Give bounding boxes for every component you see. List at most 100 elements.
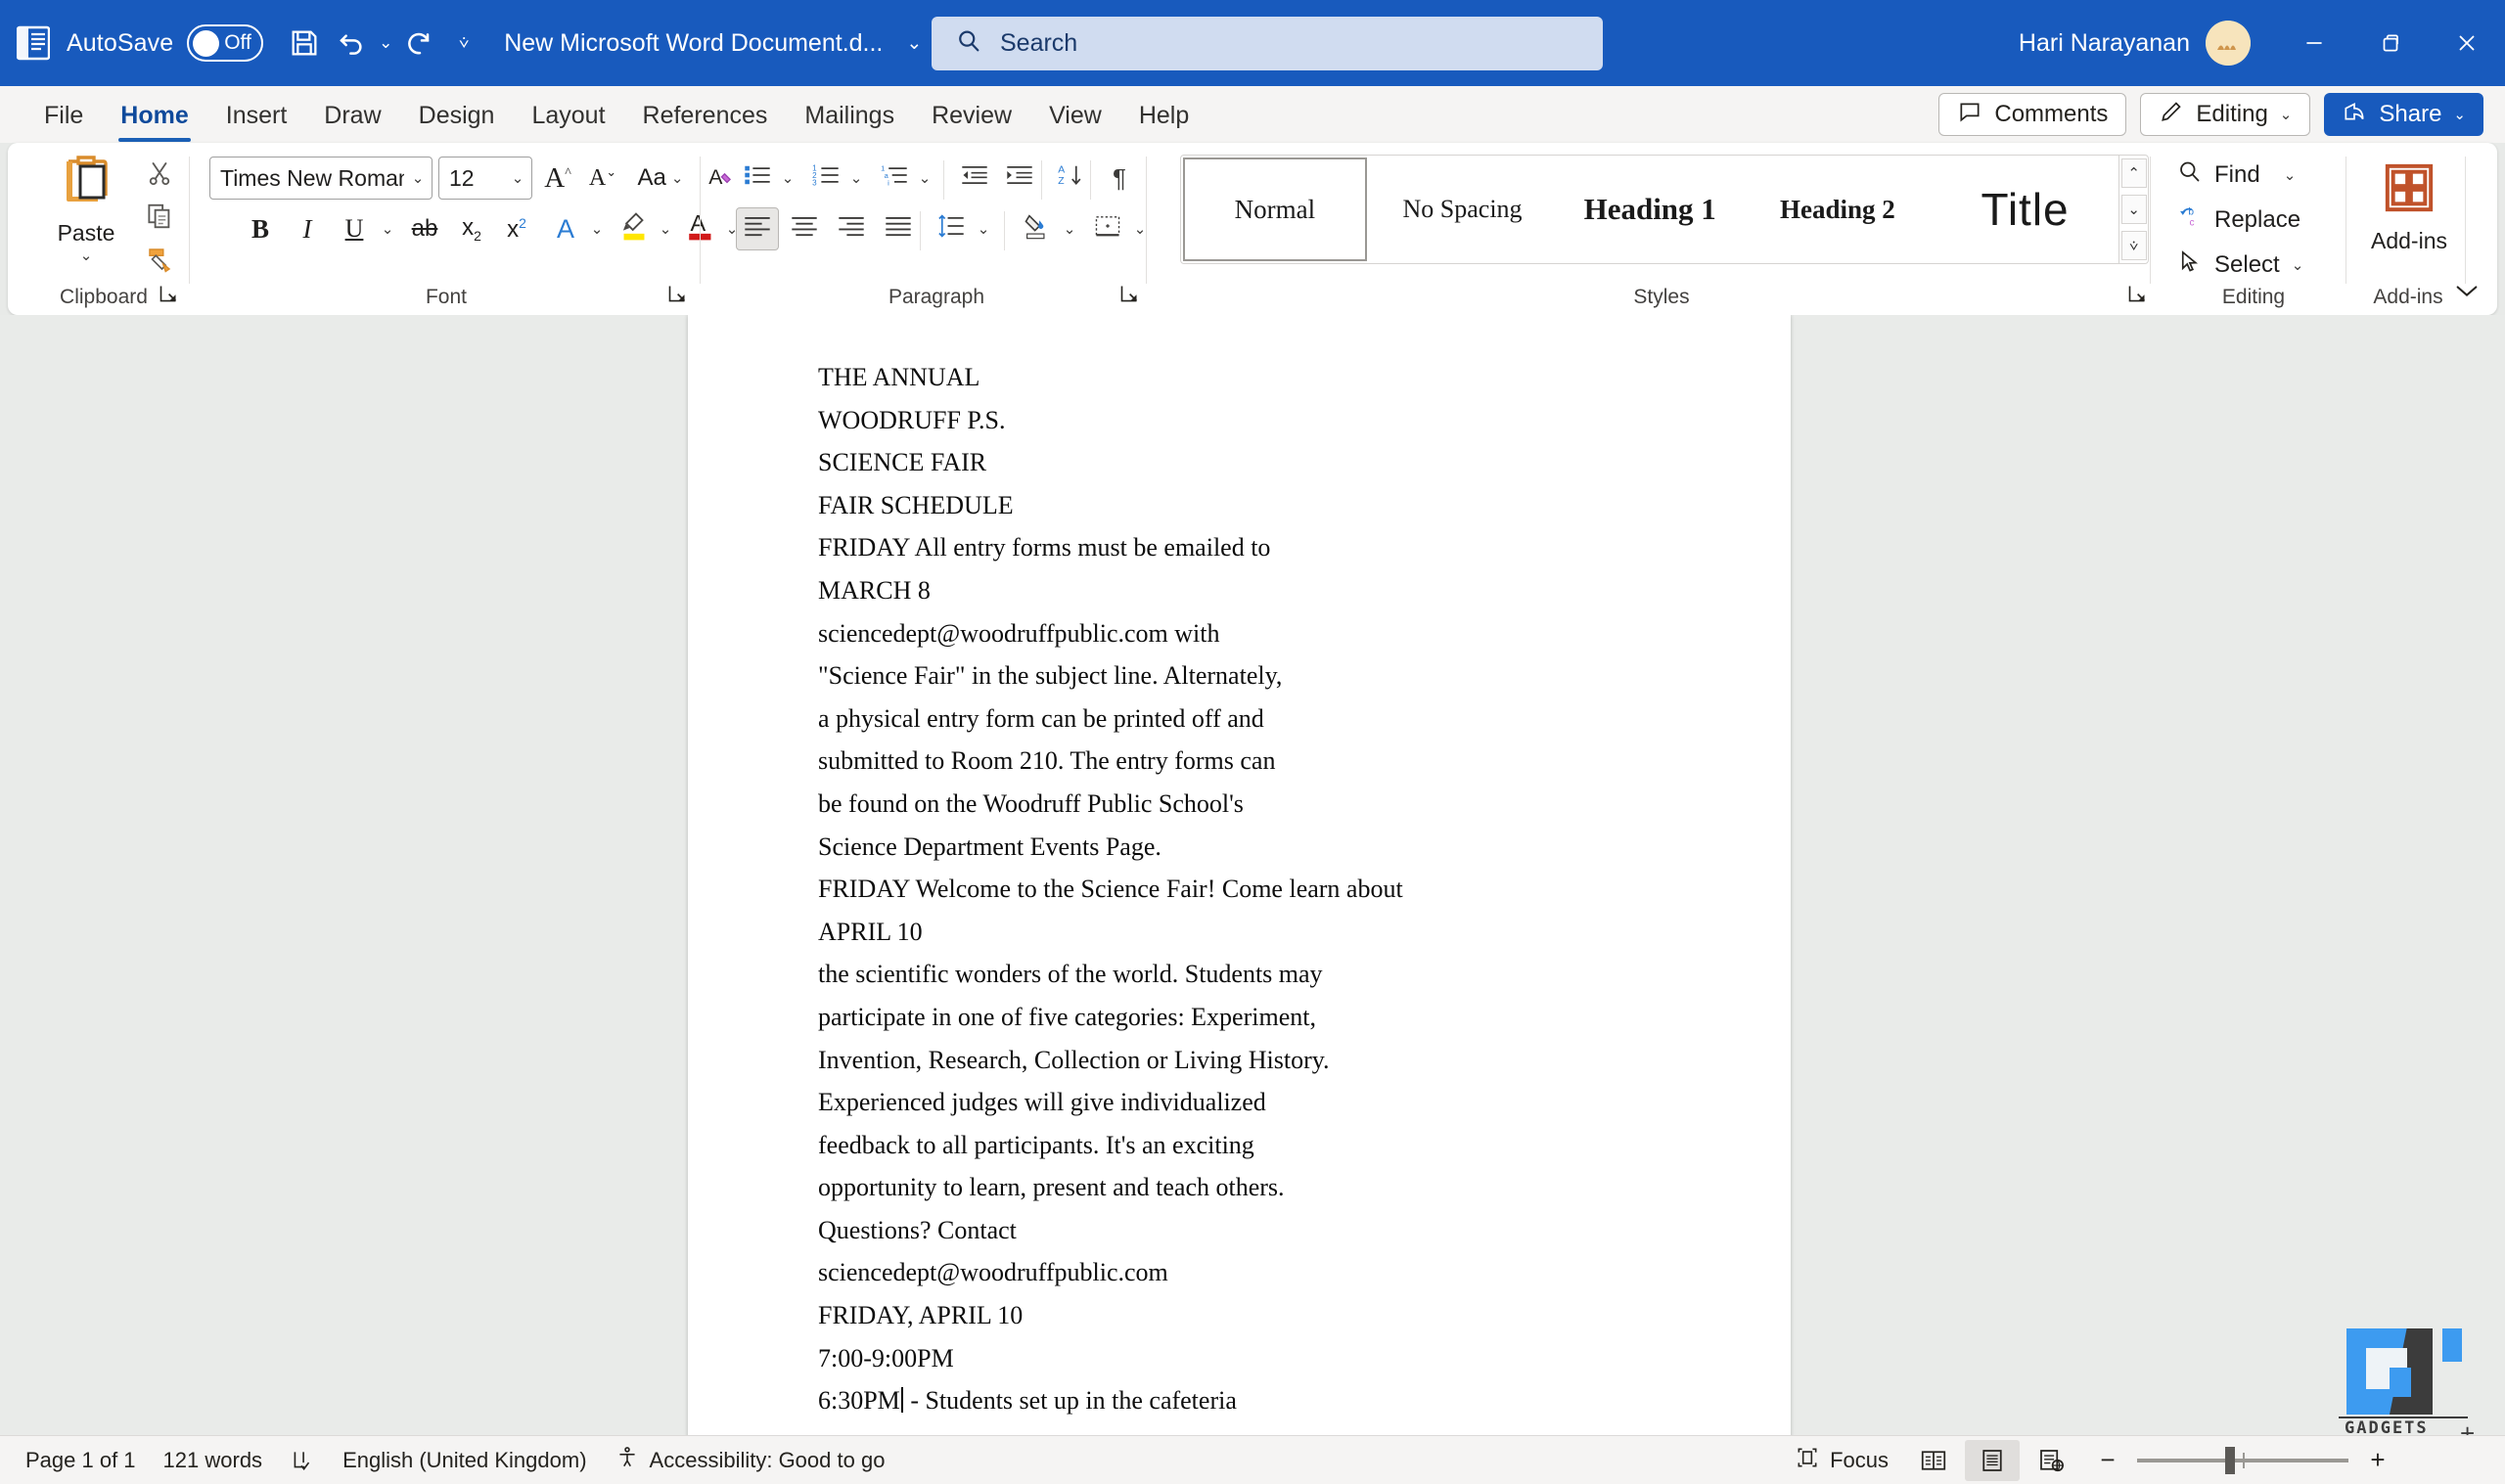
word-count[interactable]: 121 words [150, 1441, 277, 1480]
line-spacing-options[interactable]: ⌄ [971, 207, 996, 250]
styles-more-icon[interactable]: ⩒ [2120, 231, 2147, 260]
italic-button[interactable]: I [286, 207, 329, 250]
undo-dropdown-caret-icon[interactable]: ⌄ [375, 33, 396, 53]
bullets-button[interactable] [736, 157, 779, 200]
multilevel-options[interactable]: ⌄ [912, 157, 937, 200]
document-page[interactable]: THE ANNUAL WOODRUFF P.S. SCIENCE FAIR FA… [688, 315, 1791, 1450]
tab-review[interactable]: Review [913, 96, 1030, 134]
font-size-chevron-down-icon[interactable]: ⌄ [504, 169, 531, 187]
quick-access-more-icon[interactable]: ⩒ [453, 33, 475, 53]
paragraph-dialog-launcher-icon[interactable] [1116, 280, 1143, 307]
align-center-button[interactable] [783, 207, 826, 250]
font-family-chevron-down-icon[interactable]: ⌄ [404, 169, 432, 187]
superscript-button[interactable]: x2 [495, 207, 538, 250]
web-layout-icon[interactable] [2024, 1440, 2078, 1481]
zoom-in-icon[interactable]: + [2364, 1445, 2391, 1475]
decrease-indent-button[interactable] [953, 157, 996, 200]
select-button[interactable]: Select ⌄ [2168, 245, 2311, 286]
ribbon-collapse-chevron-up-icon[interactable] [2446, 274, 2487, 307]
shading-button[interactable] [1016, 207, 1059, 250]
font-color-button[interactable]: A [679, 207, 722, 250]
language-label[interactable]: English (United Kingdom) [329, 1441, 600, 1480]
minimize-icon[interactable] [2276, 0, 2352, 86]
multilevel-list-button[interactable]: 1 a i [873, 157, 916, 200]
paste-chevron-down-icon[interactable]: ⌄ [80, 247, 93, 264]
bold-button[interactable]: B [239, 207, 282, 250]
save-icon[interactable] [281, 20, 328, 67]
zoom-control[interactable]: − + [2082, 1445, 2491, 1475]
document-body[interactable]: THE ANNUAL WOODRUFF P.S. SCIENCE FAIR FA… [818, 356, 1757, 1422]
tab-file[interactable]: File [25, 96, 102, 134]
comments-button[interactable]: Comments [1938, 93, 2127, 136]
undo-icon[interactable] [328, 20, 375, 67]
font-family-input[interactable]: Times New Roman ⌄ [209, 157, 433, 200]
format-painter-button[interactable] [135, 241, 184, 282]
search-input[interactable]: Search [932, 17, 1603, 70]
tab-help[interactable]: Help [1120, 96, 1207, 134]
cut-button[interactable] [135, 155, 184, 196]
text-effects-button[interactable]: A [544, 207, 587, 250]
proofing-errors-icon[interactable] [276, 1441, 329, 1480]
user-name-label[interactable]: Hari Narayanan [2019, 29, 2190, 58]
read-mode-icon[interactable] [1906, 1440, 1961, 1481]
print-layout-icon[interactable] [1965, 1439, 2020, 1481]
find-button[interactable]: Find ⌄ [2168, 155, 2303, 196]
styles-dialog-launcher-icon[interactable] [2123, 280, 2151, 307]
style-heading-1[interactable]: Heading 1 [1558, 157, 1742, 261]
zoom-out-icon[interactable]: − [2094, 1445, 2121, 1475]
restore-icon[interactable] [2352, 0, 2429, 86]
styles-scroll-down-icon[interactable]: ⌄ [2120, 195, 2147, 224]
accessibility-status[interactable]: Accessibility: Good to go [601, 1441, 899, 1480]
shrink-font-button[interactable]: A⌄ [581, 157, 624, 200]
tab-draw[interactable]: Draw [305, 96, 399, 134]
show-formatting-marks-button[interactable]: ¶ [1098, 157, 1141, 200]
document-title[interactable]: New Microsoft Word Document.d... [504, 29, 883, 58]
underline-options-button[interactable]: ⌄ [374, 207, 401, 250]
tab-view[interactable]: View [1030, 96, 1120, 134]
text-effects-options[interactable]: ⌄ [583, 207, 611, 250]
sort-button[interactable]: A Z [1049, 157, 1092, 200]
line-spacing-button[interactable] [930, 207, 973, 250]
tab-home[interactable]: Home [102, 96, 206, 142]
tab-mailings[interactable]: Mailings [786, 96, 913, 134]
shading-options[interactable]: ⌄ [1057, 207, 1082, 250]
strikethrough-button[interactable]: ab [403, 207, 446, 250]
style-no-spacing[interactable]: No Spacing [1371, 157, 1555, 261]
bullets-options[interactable]: ⌄ [775, 157, 800, 200]
text-highlight-button[interactable] [613, 207, 656, 250]
zoom-slider[interactable] [2137, 1446, 2348, 1474]
style-heading-2[interactable]: Heading 2 [1746, 157, 1930, 261]
grow-font-button[interactable]: A^ [536, 157, 579, 200]
numbering-button[interactable]: 1 2 3 [804, 157, 847, 200]
clipboard-dialog-launcher-icon[interactable] [155, 280, 182, 307]
close-icon[interactable] [2429, 0, 2505, 86]
increase-indent-button[interactable] [998, 157, 1041, 200]
document-title-chevron-down-icon[interactable]: ⌄ [906, 32, 922, 55]
justify-button[interactable] [877, 207, 920, 250]
document-canvas[interactable]: THE ANNUAL WOODRUFF P.S. SCIENCE FAIR FA… [0, 315, 2505, 1462]
styles-scroll-up-icon[interactable]: ⌃ [2120, 158, 2147, 188]
align-right-button[interactable] [830, 207, 873, 250]
select-chevron-down-icon[interactable]: ⌄ [2292, 256, 2304, 274]
align-left-button[interactable] [736, 207, 779, 250]
addins-button[interactable]: Add-ins [2364, 153, 2454, 266]
redo-icon[interactable] [396, 20, 443, 67]
style-title[interactable]: Title [1934, 157, 2118, 261]
tab-design[interactable]: Design [400, 96, 514, 134]
focus-button[interactable]: Focus [1781, 1441, 1902, 1480]
editing-mode-button[interactable]: Editing ⌄ [2140, 93, 2311, 136]
copy-button[interactable] [135, 198, 184, 239]
tab-references[interactable]: References [624, 96, 787, 134]
page-info[interactable]: Page 1 of 1 [12, 1441, 150, 1480]
autosave-toggle[interactable]: Off [187, 24, 264, 62]
numbering-options[interactable]: ⌄ [843, 157, 869, 200]
share-button[interactable]: Share ⌄ [2324, 93, 2483, 136]
zoom-slider-thumb[interactable] [2225, 1446, 2235, 1474]
underline-button[interactable]: U [333, 207, 376, 250]
style-normal[interactable]: Normal [1183, 157, 1367, 261]
tab-insert[interactable]: Insert [207, 96, 306, 134]
subscript-button[interactable]: x2 [450, 207, 493, 250]
replace-button[interactable]: b c Replace [2168, 200, 2308, 241]
font-dialog-launcher-icon[interactable] [663, 280, 691, 307]
change-case-button[interactable]: Aa ⌄ [630, 157, 691, 200]
